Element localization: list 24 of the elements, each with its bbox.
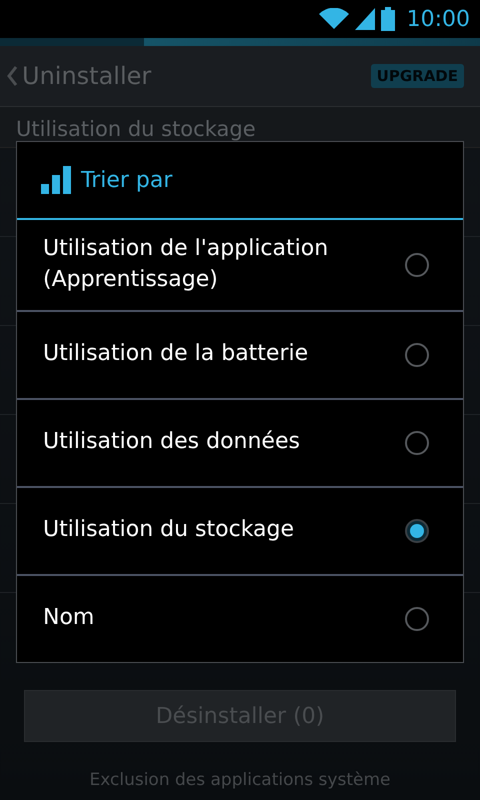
sort-option[interactable]: Utilisation de l'application (Apprentissage): [17, 220, 463, 310]
sort-option[interactable]: Utilisation de la batterie: [17, 310, 463, 398]
option-label: Utilisation de la batterie: [43, 340, 310, 368]
option-label: Utilisation du stockage: [43, 516, 296, 544]
option-label: Nom: [43, 604, 96, 632]
option-label: Utilisation de l'application (Apprentissage): [43, 235, 330, 294]
option-label: Utilisation des données: [43, 428, 301, 456]
radio-button[interactable]: [405, 518, 429, 543]
sort-option[interactable]: Nom: [17, 574, 463, 662]
bars-icon: [41, 166, 73, 194]
footer-text: Exclusion des applications système: [90, 770, 390, 790]
sort-option[interactable]: Utilisation des données: [17, 398, 463, 486]
radio-button[interactable]: [405, 342, 429, 367]
battery-icon: [380, 7, 395, 31]
radio-button[interactable]: [405, 606, 429, 631]
back-icon[interactable]: [6, 65, 18, 87]
sort-option[interactable]: Utilisation du stockage: [17, 486, 463, 574]
signal-icon: [354, 8, 375, 30]
clock: 10:00: [406, 6, 470, 32]
dialog-title: Trier par: [81, 168, 172, 192]
radio-button[interactable]: [405, 252, 429, 277]
radio-button[interactable]: [405, 430, 429, 455]
wifi-icon: [318, 8, 349, 30]
app-title: Uninstaller: [22, 62, 152, 90]
